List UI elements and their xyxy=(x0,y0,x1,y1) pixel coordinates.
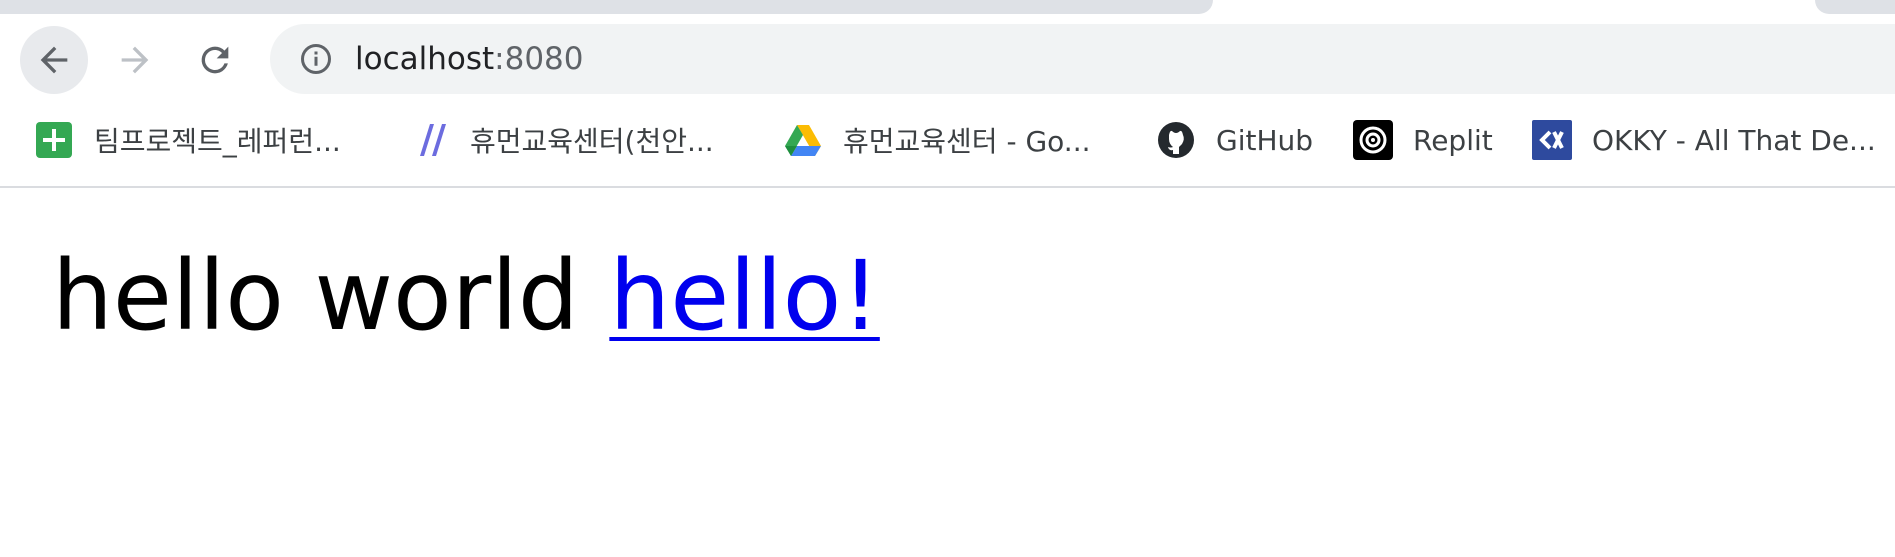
tab-strip xyxy=(0,0,1895,16)
green-plus-sheet-icon xyxy=(34,120,74,160)
url-host: localhost xyxy=(355,41,495,77)
reload-button[interactable] xyxy=(181,26,249,94)
url-text[interactable]: localhost:8080 xyxy=(355,37,584,81)
google-drive-icon xyxy=(783,120,823,160)
arrow-left-icon xyxy=(40,46,68,74)
bookmark-label: Replit xyxy=(1413,123,1493,157)
bookmark-label: 팀프로젝트_레퍼런... xyxy=(94,125,341,158)
purple-slashes-icon xyxy=(410,120,450,160)
back-button[interactable] xyxy=(20,26,88,94)
browser-toolbar: localhost:8080 xyxy=(0,16,1895,106)
bookmark-github[interactable]: GitHub xyxy=(1156,118,1313,162)
bookmark-human-edu-drive[interactable]: 휴먼교육센터 - Go... xyxy=(783,118,1091,162)
bookmark-replit[interactable]: Replit xyxy=(1353,118,1493,162)
replit-icon xyxy=(1353,120,1393,160)
bookmark-label: GitHub xyxy=(1216,123,1314,157)
github-icon xyxy=(1156,120,1196,160)
arrow-right-icon xyxy=(121,46,149,74)
bookmark-team-project[interactable]: 팀프로젝트_레퍼런... xyxy=(34,118,341,162)
bookmark-label: 휴먼교육센터 - Go... xyxy=(843,125,1091,158)
reload-icon xyxy=(201,46,229,74)
inactive-tab-area[interactable] xyxy=(0,0,1213,14)
inactive-tab-area-right[interactable] xyxy=(1815,0,1895,14)
bookmark-label: 휴먼교육센터(천안... xyxy=(470,125,714,158)
hello-link[interactable]: hello! xyxy=(609,240,879,352)
site-info-icon[interactable] xyxy=(298,41,334,77)
page-body-text: hello world hello! xyxy=(52,248,880,344)
url-port: :8080 xyxy=(494,41,584,77)
page-viewport: hello world hello! xyxy=(0,188,1895,557)
hello-world-text: hello world xyxy=(52,240,579,352)
bookmark-okky[interactable]: OKKY - All That De... xyxy=(1532,118,1876,162)
address-bar[interactable]: localhost:8080 xyxy=(270,24,1895,94)
okky-icon xyxy=(1532,120,1572,160)
bookmark-label: OKKY - All That De... xyxy=(1592,123,1876,157)
bookmarks-bar: 팀프로젝트_레퍼런... 휴먼교육센터(천안... 휴먼교육센터 - Go... xyxy=(0,106,1895,188)
bookmark-human-edu-cheonan[interactable]: 휴먼교육센터(천안... xyxy=(410,118,714,162)
forward-button[interactable] xyxy=(101,26,169,94)
